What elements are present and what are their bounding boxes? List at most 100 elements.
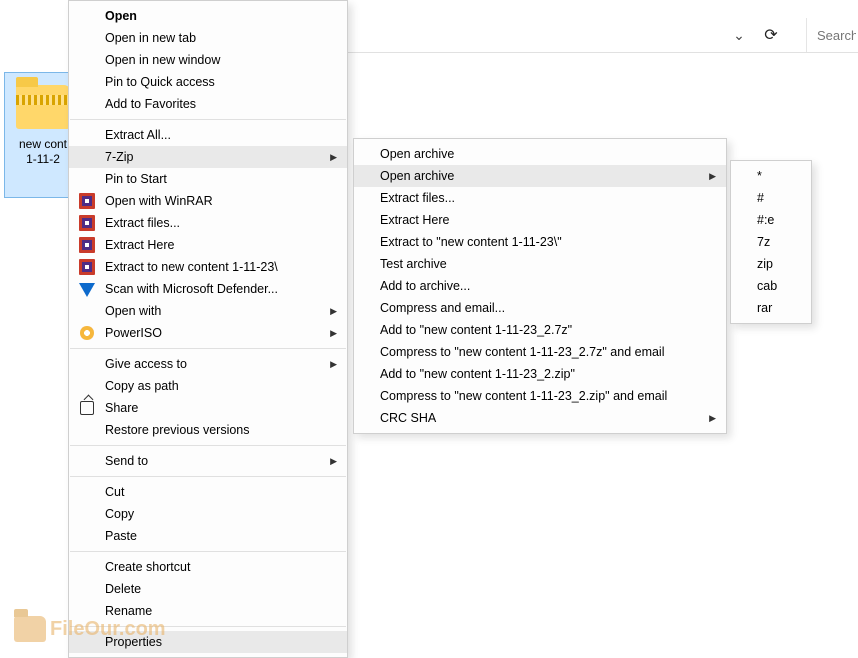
menu-item-label: Paste [105,529,137,543]
menu-item-label: Add to archive... [380,279,470,293]
zip-folder-icon [16,85,70,129]
context-menu-item[interactable]: Extract files... [69,212,347,234]
menu-separator [70,119,346,120]
context-menu-item[interactable]: Pin to Quick access [69,71,347,93]
7zip-menu-item[interactable]: CRC SHA ▶ [354,407,726,429]
context-menu-item[interactable]: Copy as path [69,375,347,397]
menu-item-label: 7z [757,235,770,249]
menu-item-label: Give access to [105,357,187,371]
menu-item-label: Extract All... [105,128,171,142]
menu-item-label: Add to Favorites [105,97,196,111]
submenu-open-archive-formats[interactable]: * # #:e 7z zip cab rar [730,160,812,324]
menu-item-label: Extract to "new content 1-11-23\" [380,235,562,249]
context-menu-item[interactable]: Paste [69,525,347,547]
menu-item-label: Open [105,9,137,23]
menu-item-label: #:e [757,213,774,227]
menu-item-label: Extract to new content 1-11-23\ [105,260,278,274]
context-menu-item[interactable]: Open in new window [69,49,347,71]
context-menu-item[interactable]: Open with WinRAR [69,190,347,212]
7zip-menu-item[interactable]: Extract to "new content 1-11-23\" [354,231,726,253]
context-menu-item[interactable]: Share [69,397,347,419]
7zip-menu-item[interactable]: Compress to "new content 1-11-23_2.zip" … [354,385,726,407]
format-menu-item[interactable]: #:e [731,209,811,231]
search-input[interactable]: Search N [806,18,856,52]
menu-separator [70,476,346,477]
menu-item-label: Open archive [380,147,454,161]
menu-item-label: rar [757,301,772,315]
context-menu-item[interactable]: PowerISO▶ [69,322,347,344]
menu-item-label: Restore previous versions [105,423,250,437]
context-menu-item[interactable]: Add to Favorites [69,93,347,115]
menu-item-label: # [757,191,764,205]
shield-icon [79,281,95,297]
context-menu-item[interactable]: Extract All... [69,124,347,146]
context-menu-item[interactable]: Copy [69,503,347,525]
watermark-folder-icon [14,616,46,642]
menu-item-label: Pin to Quick access [105,75,215,89]
context-menu-item[interactable]: Create shortcut [69,556,347,578]
context-menu-item[interactable]: 7-Zip▶ [69,146,347,168]
menu-item-label: Add to "new content 1-11-23_2.7z" [380,323,572,337]
menu-item-label: Copy [105,507,134,521]
context-menu-item[interactable]: Extract to new content 1-11-23\ [69,256,347,278]
context-menu-item[interactable]: Open with▶ [69,300,347,322]
share-icon [79,400,95,416]
menu-item-label: CRC SHA [380,411,436,425]
context-menu-item[interactable]: Extract Here [69,234,347,256]
menu-item-label: Share [105,401,138,415]
context-menu-item[interactable]: Open in new tab [69,27,347,49]
menu-item-label: Extract files... [380,191,455,205]
menu-item-label: 7-Zip [105,150,133,164]
menu-item-label: Cut [105,485,124,499]
format-menu-item[interactable]: 7z [731,231,811,253]
format-menu-item[interactable]: # [731,187,811,209]
7zip-menu-item[interactable]: Add to archive... [354,275,726,297]
format-menu-item[interactable]: zip [731,253,811,275]
menu-item-label: Open in new window [105,53,220,67]
menu-item-label: Extract files... [105,216,180,230]
7zip-menu-item[interactable]: Open archive▶ [354,165,726,187]
address-bar[interactable]: ⌄ ⟳ [348,18,793,52]
submenu-7zip[interactable]: Open archive Open archive▶ Extract files..… [353,138,727,434]
menu-item-label: * [757,169,762,183]
context-menu-item[interactable]: Restore previous versions [69,419,347,441]
menu-item-label: Delete [105,582,141,596]
7zip-menu-item[interactable]: Compress to "new content 1-11-23_2.7z" a… [354,341,726,363]
context-menu-item[interactable]: Scan with Microsoft Defender... [69,278,347,300]
chevron-right-icon: ▶ [320,359,337,370]
menu-item-label: Open with WinRAR [105,194,213,208]
format-menu-item[interactable]: rar [731,297,811,319]
7zip-menu-item[interactable]: Extract Here [354,209,726,231]
chevron-down-icon[interactable]: ⌄ [725,21,753,49]
7zip-menu-item[interactable]: Add to "new content 1-11-23_2.7z" [354,319,726,341]
context-menu-item[interactable]: Delete [69,578,347,600]
menu-separator [70,551,346,552]
format-menu-item[interactable]: cab [731,275,811,297]
context-menu-item[interactable]: Give access to ▶ [69,353,347,375]
7zip-menu-item[interactable]: Test archive [354,253,726,275]
winrar-icon [79,215,95,231]
menu-item-label: Compress to "new content 1-11-23_2.zip" … [380,389,667,403]
poweriso-icon [79,325,95,341]
menu-item-label: Open with [105,304,161,318]
menu-item-label: Compress and email... [380,301,505,315]
menu-item-label: Send to [105,454,148,468]
7zip-menu-item[interactable]: Open archive [354,143,726,165]
format-menu-item[interactable]: * [731,165,811,187]
menu-item-label: Add to "new content 1-11-23_2.zip" [380,367,575,381]
context-menu-item[interactable]: Cut [69,481,347,503]
chevron-right-icon: ▶ [699,413,716,424]
context-menu-item[interactable]: Open [69,5,347,27]
7zip-menu-item[interactable]: Add to "new content 1-11-23_2.zip" [354,363,726,385]
menu-item-label: zip [757,257,773,271]
7zip-menu-item[interactable]: Extract files... [354,187,726,209]
menu-separator [70,348,346,349]
chevron-right-icon: ▶ [320,328,337,339]
watermark: FileOur.com [14,616,166,642]
7zip-menu-item[interactable]: Compress and email... [354,297,726,319]
context-menu-item[interactable]: Send to▶ [69,450,347,472]
context-menu-item[interactable]: Pin to Start [69,168,347,190]
menu-item-label: Extract Here [105,238,174,252]
refresh-icon[interactable]: ⟳ [757,21,785,49]
context-menu[interactable]: Open Open in new tab Open in new window Pin… [68,0,348,658]
